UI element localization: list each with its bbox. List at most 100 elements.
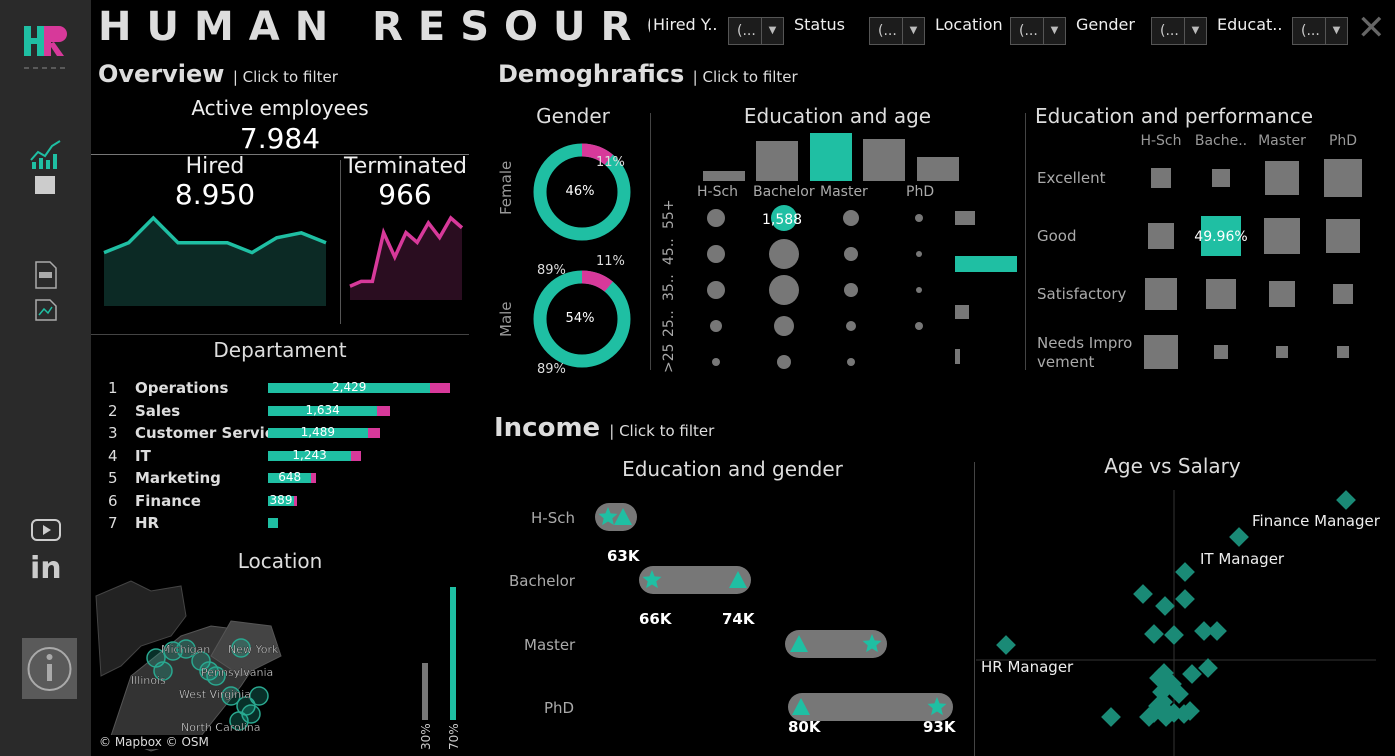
performance-column-label: Master [1258, 133, 1306, 149]
performance-row-label: vement [1037, 353, 1094, 371]
location-map[interactable]: Michigan New York Illinois Pennsylvania West… [91, 576, 469, 756]
filter-value: (... [737, 23, 756, 39]
department-active-bar[interactable] [268, 518, 279, 528]
demographics-click-hint: | Click to filter [692, 68, 798, 86]
department-name[interactable]: Customer Service [135, 424, 284, 442]
education-count-bar [703, 171, 745, 181]
chevron-down-icon[interactable]: ▼ [1325, 18, 1347, 44]
age-row-label: 55+ [661, 199, 677, 229]
education-age-bubble [707, 209, 725, 227]
department-name[interactable]: Sales [135, 402, 180, 420]
department-name[interactable]: Finance [135, 492, 201, 510]
active-employees-label: Active employees [191, 96, 369, 120]
department-name[interactable]: HR [135, 514, 159, 532]
performance-square [1276, 346, 1288, 358]
age-row-label: 35.. [661, 274, 677, 301]
department-terminated-bar[interactable] [311, 473, 316, 483]
youtube-icon[interactable] [31, 519, 61, 541]
male-label: Male [497, 301, 515, 337]
filter-dropdown-0[interactable]: (... ▼ [728, 17, 784, 45]
map-state-label: Pennsylvania [201, 666, 273, 679]
education-column-label: Master [820, 184, 868, 200]
age-salary-title: Age vs Salary [1104, 454, 1241, 478]
education-count-bar [810, 133, 852, 181]
terminated-trend-chart[interactable] [346, 210, 466, 308]
filter-label-4: Educat.. [1217, 15, 1283, 34]
info-button[interactable] [22, 638, 77, 699]
performance-square [1151, 168, 1171, 188]
department-value: 1,489 [300, 425, 335, 439]
filter-dropdown-3[interactable]: (... ▼ [1151, 17, 1207, 45]
filter-dropdown-1[interactable]: (... ▼ [869, 17, 925, 45]
map-state-label: West Virginia [179, 688, 251, 701]
close-icon[interactable]: ✕ [1357, 8, 1386, 48]
education-performance-chart[interactable]: H-Sch Bache.. Master PhD Excellent Good Satisf… [1030, 125, 1380, 375]
image-export-icon[interactable] [34, 298, 60, 322]
age-salary-chart[interactable]: Finance Manager IT Manager HR Manager [976, 480, 1395, 756]
male-pct: 54% [565, 311, 595, 326]
female-term-pct: 11% [596, 155, 625, 170]
income-row-label: Bachelor [509, 572, 576, 590]
scatter-label: Finance Manager [1252, 512, 1381, 530]
filter-value: (... [878, 23, 897, 39]
chevron-down-icon[interactable]: ▼ [1184, 18, 1206, 44]
demographics-title[interactable]: Demoghrafics | Click to filter [498, 60, 798, 88]
terminated-value: 966 [378, 178, 432, 211]
hr-logo-icon [24, 26, 67, 69]
performance-column-label: H-Sch [1140, 133, 1181, 149]
education-age-chart[interactable]: H-Sch Bachelor Master PhD >25 25.. 35.. 45.. 55+… [655, 125, 1025, 375]
education-age-bubble [847, 358, 855, 366]
education-count-bar [917, 157, 959, 181]
department-divider [91, 334, 469, 335]
department-terminated-bar[interactable] [430, 383, 450, 393]
age-salary-point [1101, 707, 1121, 727]
income-value-label: 93K [923, 718, 957, 736]
filter-label-2: Location [935, 15, 1003, 34]
image-icon[interactable] [35, 176, 55, 194]
active-employees-value: 7.984 [239, 122, 321, 155]
performance-square [1144, 335, 1178, 369]
department-name[interactable]: Marketing [135, 469, 221, 487]
chevron-down-icon[interactable]: ▼ [1043, 18, 1065, 44]
department-rank: 2 [108, 401, 118, 420]
income-value-label: 80K [788, 718, 822, 736]
department-name[interactable]: IT [135, 447, 151, 465]
chevron-down-icon[interactable]: ▼ [902, 18, 924, 44]
education-age-bubble [712, 358, 720, 366]
age-salary-point [1198, 658, 1218, 678]
education-age-bubble [916, 287, 922, 293]
education-age-bubble [844, 283, 858, 297]
income-title[interactable]: Income | Click to filter [494, 413, 714, 443]
hired-trend-chart[interactable] [100, 210, 330, 308]
sidebar: in [0, 0, 91, 756]
income-range-bar [788, 693, 953, 721]
department-terminated-bar[interactable] [294, 495, 298, 506]
performance-square [1326, 219, 1360, 253]
performance-square [1212, 169, 1230, 187]
overview-title[interactable]: Overview | Click to filter [98, 60, 338, 88]
age-salary-point [1144, 624, 1164, 644]
filter-label-3: Gender [1076, 15, 1135, 34]
filter-value: (... [1160, 23, 1179, 39]
department-terminated-bar[interactable] [377, 405, 391, 416]
linkedin-icon[interactable]: in [30, 553, 62, 585]
education-gender-chart[interactable]: H-Sch Bachelor Master PhD 63K 66K 74K 80K 93K [495, 485, 970, 756]
dashboard-chart-icon[interactable] [29, 138, 63, 170]
scatter-label: HR Manager [981, 658, 1074, 676]
age-row-label: 25.. [661, 310, 677, 337]
department-terminated-bar[interactable] [367, 428, 380, 438]
age-total-bar [955, 211, 975, 225]
pdf-export-icon[interactable] [34, 260, 60, 290]
filter-dropdown-4[interactable]: (... ▼ [1292, 17, 1348, 45]
performance-square [1337, 346, 1349, 358]
chevron-down-icon[interactable]: ▼ [761, 18, 783, 44]
department-name[interactable]: Operations [135, 379, 228, 397]
demo-divider-1 [650, 113, 651, 370]
department-value: 1,243 [292, 447, 327, 462]
filter-dropdown-2[interactable]: (... ▼ [1010, 17, 1066, 45]
education-age-highlight-label: 1,588 [762, 212, 802, 228]
hired-label: Hired [185, 154, 245, 179]
performance-square [1148, 223, 1174, 249]
income-value-label: 74K [722, 610, 756, 628]
department-terminated-bar[interactable] [351, 450, 361, 461]
